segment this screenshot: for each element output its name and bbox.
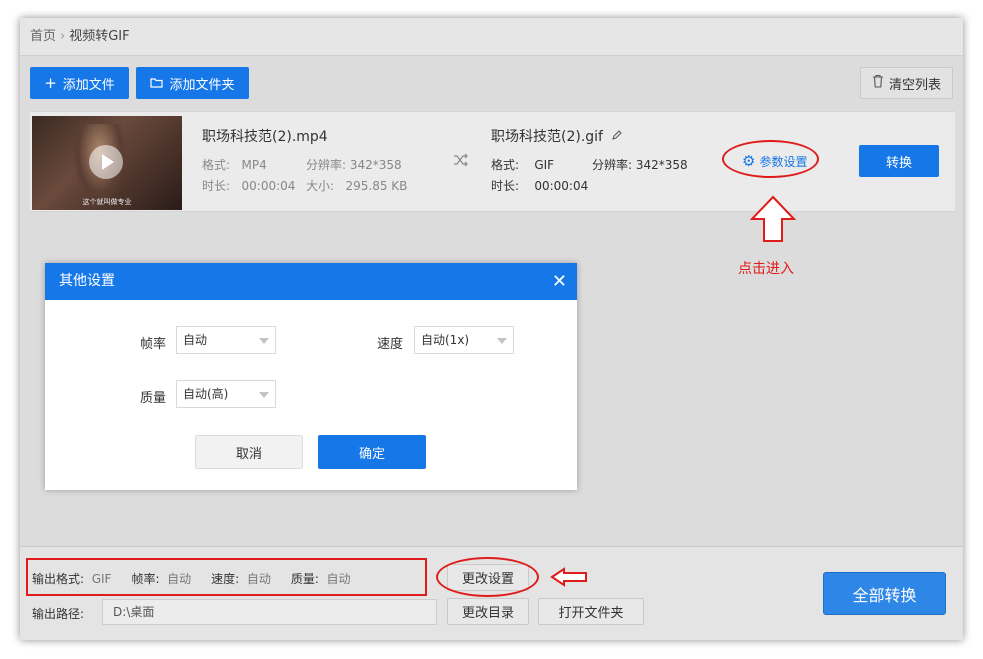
add-file-label: 添加文件 [62, 77, 115, 93]
ok-button[interactable]: 确定 [318, 435, 426, 469]
add-file-button[interactable]: + 添加文件 [30, 67, 129, 99]
output-resolution: 分辨率: 342*358 [592, 156, 688, 173]
source-file-name: 职场科技范(2).mp4 [202, 129, 328, 145]
dialog-title: 其他设置 [59, 273, 115, 289]
output-path-field[interactable]: D:\桌面 [102, 599, 437, 625]
thumbnail-caption: 这个就叫做专业 [82, 198, 132, 206]
output-format: 格式: GIF [491, 156, 554, 173]
annotation-ellipse-bottom [436, 557, 539, 597]
output-file-name: 职场科技范(2).gif [491, 126, 623, 146]
clear-list-button[interactable]: 清空列表 [860, 67, 953, 99]
output-duration-label: 时长: [491, 179, 520, 193]
plus-icon: + [44, 74, 57, 92]
speed-select[interactable]: 自动(1x) [414, 326, 514, 354]
source-duration: 时长: 00:00:04 [202, 177, 295, 194]
edit-name-icon[interactable] [611, 129, 623, 145]
source-duration-value: 00:00:04 [241, 179, 296, 193]
file-list-item: 这个就叫做专业 职场科技范(2).mp4 格式: MP4 分辨率: 342*35… [30, 111, 955, 212]
chevron-down-icon [259, 338, 269, 344]
frame-rate-value: 自动 [183, 333, 208, 347]
chevron-down-icon [497, 338, 507, 344]
chevron-down-icon [259, 392, 269, 398]
breadcrumb-separator: › [60, 29, 66, 44]
ok-label: 确定 [358, 446, 385, 462]
output-path-label: 输出路径: [32, 607, 85, 621]
output-resolution-value: 342*358 [635, 158, 688, 172]
output-format-label: 输出格式: [32, 572, 85, 586]
frame-rate-value: 自动 [167, 572, 192, 586]
folder-icon [150, 74, 164, 92]
shuffle-icon [453, 152, 469, 171]
trash-icon [872, 74, 884, 92]
output-settings-summary: 输出格式: GIF 帧率: 自动 速度: 自动 质量: 自动 [32, 570, 351, 587]
cancel-label: 取消 [235, 446, 262, 462]
annotation-left-arrow-icon [550, 567, 587, 587]
frame-rate-select[interactable]: 自动 [176, 326, 276, 354]
speed-value: 自动 [246, 572, 271, 586]
add-folder-button[interactable]: 添加文件夹 [136, 67, 249, 99]
source-resolution-label: 分辨率: [306, 158, 347, 172]
source-size: 大小: 295.85 KB [306, 177, 407, 194]
source-size-label: 大小: [306, 179, 335, 193]
source-format-label: 格式: [202, 158, 231, 172]
close-icon[interactable]: ✕ [552, 263, 567, 300]
source-format: 格式: MP4 [202, 156, 267, 173]
frame-rate-label: 帧率: [131, 572, 160, 586]
bottom-bar: 输出格式: GIF 帧率: 自动 速度: 自动 质量: 自动 更改设置 输出路径: D… [20, 546, 963, 640]
speed-label: 速度: [211, 572, 240, 586]
source-size-value: 295.85 KB [345, 179, 408, 193]
source-resolution-value: 342*358 [349, 158, 402, 172]
quality-value: 自动 [326, 572, 351, 586]
output-format-value: GIF [534, 158, 555, 172]
output-format-label: 格式: [491, 158, 520, 172]
source-format-value: MP4 [241, 158, 267, 172]
quality-label: 质量 [140, 391, 167, 406]
speed-label: 速度 [377, 337, 404, 352]
speed-value: 自动(1x) [421, 333, 470, 347]
video-thumbnail[interactable]: 这个就叫做专业 [32, 116, 182, 210]
convert-button[interactable]: 转换 [859, 145, 939, 177]
annotation-ellipse [722, 140, 819, 178]
open-folder-label: 打开文件夹 [558, 606, 624, 621]
change-directory-label: 更改目录 [461, 606, 514, 621]
cancel-button[interactable]: 取消 [195, 435, 303, 469]
quality-select[interactable]: 自动(高) [176, 380, 276, 408]
source-resolution: 分辨率: 342*358 [306, 156, 402, 173]
frame-rate-label: 帧率 [140, 337, 167, 352]
breadcrumb-home[interactable]: 首页 [30, 29, 56, 44]
change-directory-button[interactable]: 更改目录 [447, 598, 529, 625]
output-format-value: GIF [91, 572, 112, 586]
source-duration-label: 时长: [202, 179, 231, 193]
open-folder-button[interactable]: 打开文件夹 [538, 598, 644, 625]
breadcrumb-current: 视频转GIF [69, 29, 130, 44]
breadcrumb: 首页 › 视频转GIF [20, 18, 963, 56]
annotation-hint: 点击进入 [738, 261, 794, 277]
add-folder-label: 添加文件夹 [169, 77, 235, 93]
other-settings-dialog: 其他设置 ✕ 帧率 自动 速度 自动(1x) 质量 自动(高) 取消 确定 [45, 263, 577, 490]
dialog-header: 其他设置 ✕ [45, 263, 577, 300]
output-resolution-label: 分辨率: [592, 158, 633, 172]
convert-all-label: 全部转换 [852, 585, 917, 605]
output-file-name-text: 职场科技范(2).gif [491, 129, 603, 145]
convert-label: 转换 [885, 155, 912, 171]
output-duration: 时长: 00:00:04 [491, 177, 588, 194]
app-window: 首页 › 视频转GIF + 添加文件 添加文件夹 清空列表 这个就叫做专业 职场科技范… [20, 18, 963, 640]
quality-label: 质量: [290, 572, 319, 586]
output-duration-value: 00:00:04 [534, 179, 589, 193]
play-icon[interactable] [89, 145, 123, 179]
quality-value: 自动(高) [183, 387, 229, 401]
clear-list-label: 清空列表 [888, 77, 941, 93]
annotation-up-arrow-icon [750, 195, 796, 242]
convert-all-button[interactable]: 全部转换 [823, 572, 946, 615]
